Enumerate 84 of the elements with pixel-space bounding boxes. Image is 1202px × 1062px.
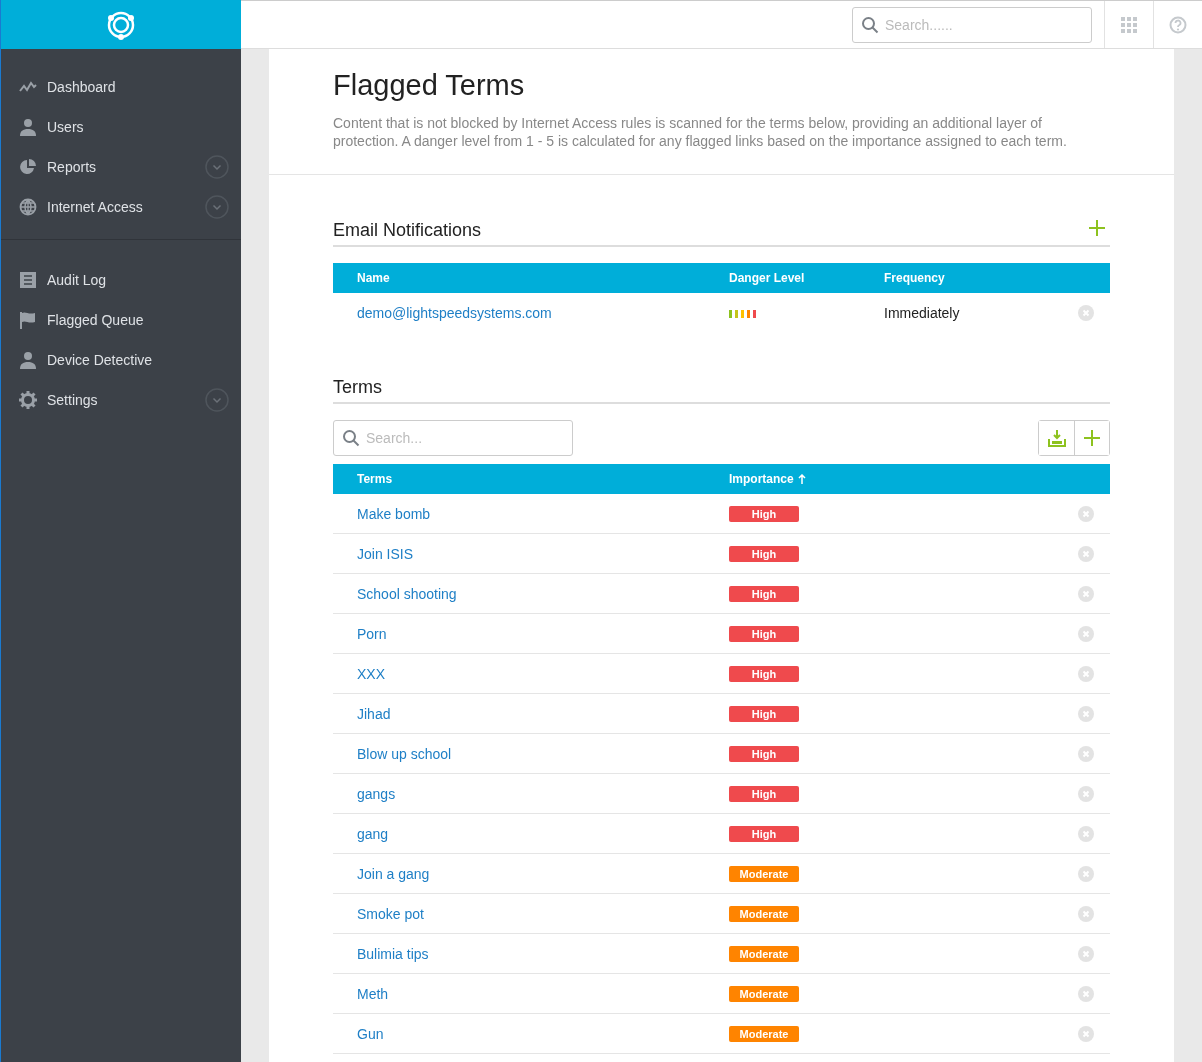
plus-icon xyxy=(1083,429,1101,447)
section-heading: Email Notifications xyxy=(333,219,482,241)
importance-tag: High xyxy=(729,786,799,802)
help-icon[interactable] xyxy=(1169,15,1187,34)
remove-button[interactable] xyxy=(1078,505,1094,522)
remove-button[interactable] xyxy=(1078,945,1094,962)
term-link[interactable]: Bulimia tips xyxy=(357,945,429,962)
remove-button[interactable] xyxy=(1078,585,1094,602)
importance-tag: Moderate xyxy=(729,866,799,882)
remove-button[interactable] xyxy=(1078,985,1094,1002)
term-link[interactable]: Join a gang xyxy=(357,865,430,882)
term-link[interactable]: Gun xyxy=(357,1025,384,1042)
importance-tag: Moderate xyxy=(729,1026,799,1042)
page-description: Content that is not blocked by Internet Access rules is scanned for the terms below, providing an additional layer of protection. A danger level from 1 - 5 is calculated for any flagged links based on the importance assigned to each term. xyxy=(333,114,1068,150)
sidebar-item[interactable]: Flagged Queue xyxy=(1,300,241,340)
column-header[interactable]: Importance xyxy=(729,472,794,486)
search-icon xyxy=(861,16,879,34)
term-link[interactable]: gang xyxy=(357,825,389,842)
remove-button[interactable] xyxy=(1078,1025,1094,1042)
term-link[interactable]: Join ISIS xyxy=(357,545,414,562)
term-link[interactable]: XXX xyxy=(357,665,385,682)
remove-button[interactable] xyxy=(1078,785,1094,802)
user-icon xyxy=(19,118,37,136)
term-link[interactable]: Jihad xyxy=(357,705,391,722)
remove-button[interactable] xyxy=(1078,745,1094,762)
sidebar-item[interactable]: Dashboard xyxy=(1,67,241,107)
remove-button[interactable] xyxy=(1078,905,1094,922)
user-icon xyxy=(19,351,37,369)
chevron-icon[interactable] xyxy=(205,388,229,412)
globe-icon xyxy=(19,198,37,216)
download-tray-icon xyxy=(1047,429,1066,447)
settings-icon xyxy=(19,391,37,409)
sort-arrow-icon xyxy=(797,474,806,484)
sidebar-item[interactable]: Settings xyxy=(1,380,241,420)
section-heading: Terms xyxy=(333,377,382,398)
term-link[interactable]: Porn xyxy=(357,625,387,642)
term-link[interactable]: Blow up school xyxy=(357,745,452,762)
pie-chart-icon xyxy=(19,158,37,176)
chevron-icon[interactable] xyxy=(205,155,229,179)
importance-tag: High xyxy=(729,546,799,562)
importance-tag: High xyxy=(729,586,799,602)
search-field[interactable]: Search... xyxy=(333,420,573,456)
importance-tag: High xyxy=(729,506,799,522)
sidebar-item[interactable]: Audit Log xyxy=(1,260,241,300)
column-header: Frequency xyxy=(884,271,946,285)
importance-tag: Moderate xyxy=(729,906,799,922)
page-title: Flagged Terms xyxy=(333,69,526,102)
danger-level-icon xyxy=(729,310,756,318)
term-link[interactable]: gangs xyxy=(357,785,396,802)
importance-tag: High xyxy=(729,626,799,642)
sidebar-item[interactable]: Internet Access xyxy=(1,187,241,227)
remove-button[interactable] xyxy=(1078,665,1094,682)
remove-button[interactable] xyxy=(1078,545,1094,562)
term-link[interactable]: School shooting xyxy=(357,585,457,602)
remove-button[interactable] xyxy=(1078,305,1094,321)
sidebar-item[interactable]: Device Detective xyxy=(1,340,241,380)
remove-button[interactable] xyxy=(1078,825,1094,842)
search-field[interactable]: Search...... xyxy=(852,7,1092,43)
importance-tag: High xyxy=(729,826,799,842)
remove-button[interactable] xyxy=(1078,625,1094,642)
sidebar-item[interactable]: Reports xyxy=(1,147,241,187)
chevron-icon[interactable] xyxy=(205,195,229,219)
importance-tag: High xyxy=(729,666,799,682)
importance-tag: Moderate xyxy=(729,946,799,962)
flag-icon xyxy=(19,311,37,329)
table-cell-text: Immediately xyxy=(884,305,961,321)
plus-icon xyxy=(1088,219,1106,237)
sidebar-item[interactable]: Users xyxy=(1,107,241,147)
grid-icon[interactable] xyxy=(1120,15,1138,34)
remove-button[interactable] xyxy=(1078,865,1094,882)
term-link[interactable]: Meth xyxy=(357,985,389,1002)
remove-button[interactable] xyxy=(1078,705,1094,722)
email-link[interactable]: demo@lightspeedsystems.com xyxy=(357,305,729,321)
term-link[interactable]: Make bomb xyxy=(357,505,431,522)
importance-tag: High xyxy=(729,746,799,762)
list-icon xyxy=(19,271,37,289)
add-button[interactable] xyxy=(1074,421,1109,455)
column-header: Name xyxy=(357,271,391,285)
term-link[interactable]: Smoke pot xyxy=(357,905,424,922)
column-header: Terms xyxy=(357,472,394,486)
column-header: Danger Level xyxy=(729,271,806,285)
importance-tag: Moderate xyxy=(729,986,799,1002)
importance-tag: High xyxy=(729,706,799,722)
search-icon xyxy=(342,429,360,447)
